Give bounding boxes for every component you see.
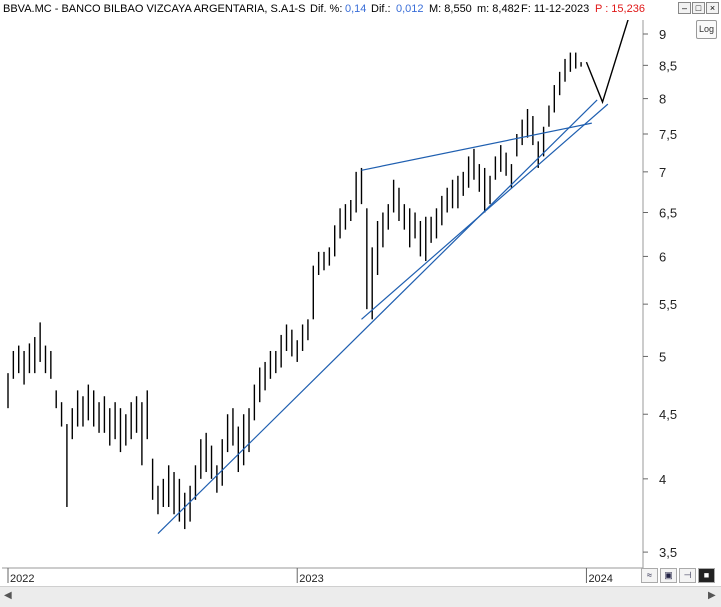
scroll-left-icon[interactable]: ◀ [4,590,12,601]
wave-icon[interactable]: ≈ [641,568,658,583]
y-tick-label-1: 8,5 [659,58,677,73]
x-tick-label-1: 2023 [299,573,323,585]
close-button[interactable]: × [706,2,719,14]
y-tick-label-7: 5,5 [659,297,677,312]
max-label: M: 8,550 [429,3,472,15]
window-controls: – □ × [678,2,719,14]
y-tick-label-6: 6 [659,249,666,264]
y-tick-label-8: 5 [659,349,666,364]
dif-value: 0,012 [396,3,424,15]
dif-pct-value: 0,14 [345,3,367,15]
maximize-button[interactable]: □ [692,2,705,14]
x-tick-label-2: 2024 [588,573,612,585]
y-tick-label-9: 4,5 [659,407,677,422]
pin-icon[interactable]: ⊣ [679,568,696,583]
x-tick-label-0: 2022 [10,573,34,585]
dif-label: Dif.: [371,3,391,15]
y-tick-label-10: 4 [659,472,666,487]
dif-pct-label: Dif. %: [310,3,343,15]
y-tick-label-11: 3,5 [659,545,677,560]
chart-toolbar: ≈ ▣ ⊣ ■ [641,568,715,583]
y-tick-label-5: 6,5 [659,206,677,221]
y-tick-label-3: 7,5 [659,127,677,142]
x-axis: 2022 2023 2024 [7,568,613,585]
ticker-name: BBVA.MC - BANCO BILBAO VIZCAYA ARGENTARI… [3,3,299,15]
y-tick-label-4: 7 [659,165,666,180]
scroll-right-icon[interactable]: ▶ [708,590,716,601]
chart-header: BBVA.MC - BANCO BILBAO VIZCAYA ARGENTARI… [0,0,721,20]
y-tick-label-2: 8 [659,92,666,107]
y-axis: 9 8,5 8 7,5 7 6,5 6 5,5 5 4,5 4 3,5 [643,27,677,560]
dark-mode-icon[interactable]: ■ [698,568,715,583]
log-scale-button[interactable]: Log [696,20,717,39]
save-icon[interactable]: ▣ [660,568,677,583]
min-label: m: 8,482 [477,3,520,15]
price-chart[interactable]: 9 8,5 8 7,5 7 6,5 6 5,5 5 4,5 4 3,5 2022 2023 2024 [0,0,721,606]
minimize-button[interactable]: – [678,2,691,14]
price-label: P : 15,236 [595,3,645,15]
plot-area [2,16,643,568]
y-tick-label-0: 9 [659,27,666,42]
date-label: F: 11-12-2023 [521,3,590,15]
period-label: 1 S [289,3,306,15]
horizontal-scrollbar[interactable]: ◀ ▶ [0,586,721,607]
